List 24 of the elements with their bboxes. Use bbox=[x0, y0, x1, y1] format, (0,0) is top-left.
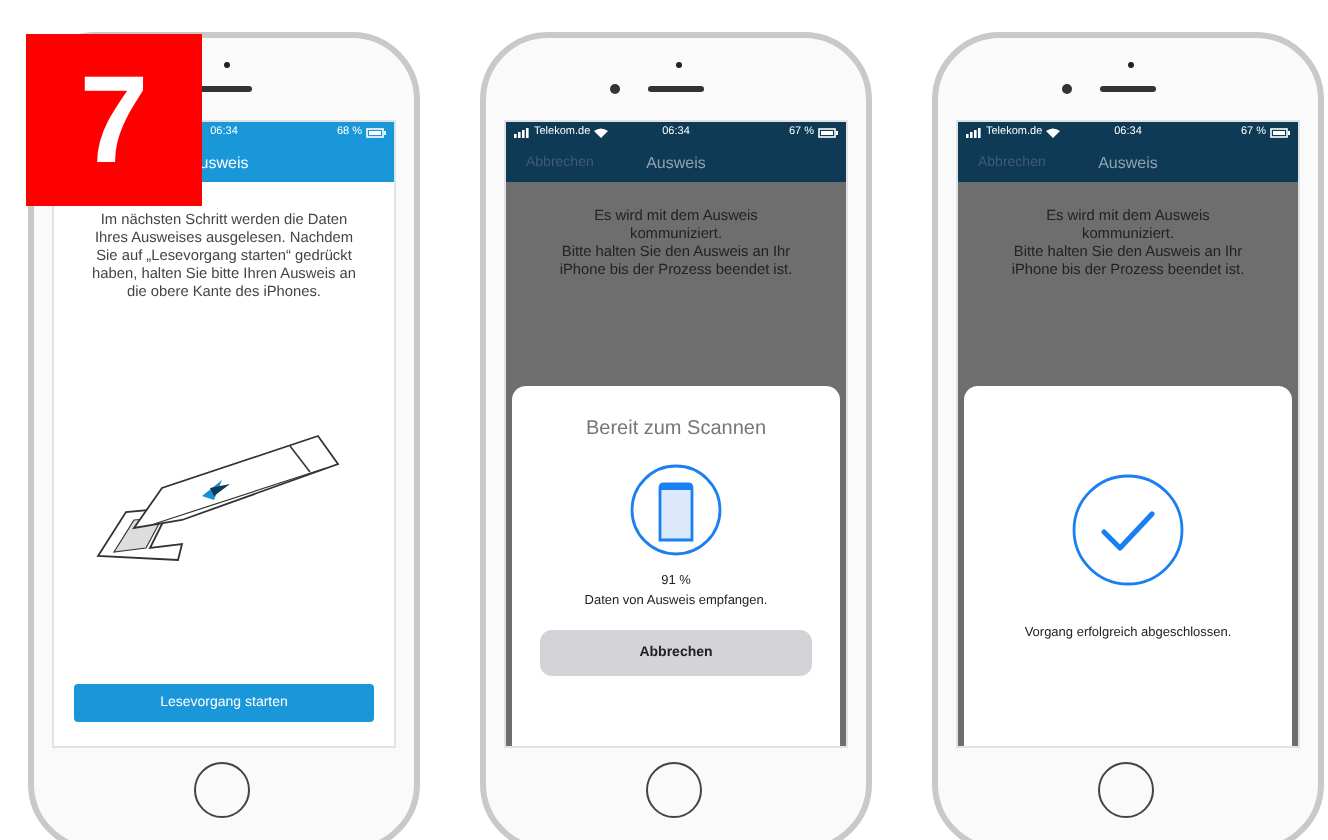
sensor-icon bbox=[676, 62, 682, 68]
speaker-icon bbox=[196, 86, 252, 92]
wifi-icon bbox=[1046, 127, 1061, 137]
nav-title: Ausweis bbox=[646, 153, 706, 171]
checkmark-icon bbox=[1072, 474, 1184, 586]
sheet-title: Bereit zum Scannen bbox=[585, 418, 767, 440]
sensor-icon bbox=[224, 62, 230, 68]
front-camera-icon bbox=[1062, 84, 1072, 94]
front-camera-icon bbox=[610, 84, 620, 94]
phone-scan-icon bbox=[630, 464, 722, 556]
home-button[interactable] bbox=[1098, 762, 1154, 818]
speaker-icon bbox=[648, 86, 704, 92]
wifi-icon bbox=[594, 127, 609, 137]
speaker-icon bbox=[1100, 86, 1156, 92]
battery-icon bbox=[818, 127, 839, 137]
signal-icon bbox=[514, 127, 530, 137]
battery-icon bbox=[1270, 127, 1291, 137]
sensor-icon bbox=[1128, 62, 1134, 68]
signal-icon bbox=[966, 127, 982, 137]
home-button[interactable] bbox=[646, 762, 702, 818]
battery-icon bbox=[366, 127, 387, 137]
home-button[interactable] bbox=[194, 762, 250, 818]
nav-title: Ausweis bbox=[1098, 153, 1158, 171]
step-badge: 7 bbox=[26, 34, 202, 206]
